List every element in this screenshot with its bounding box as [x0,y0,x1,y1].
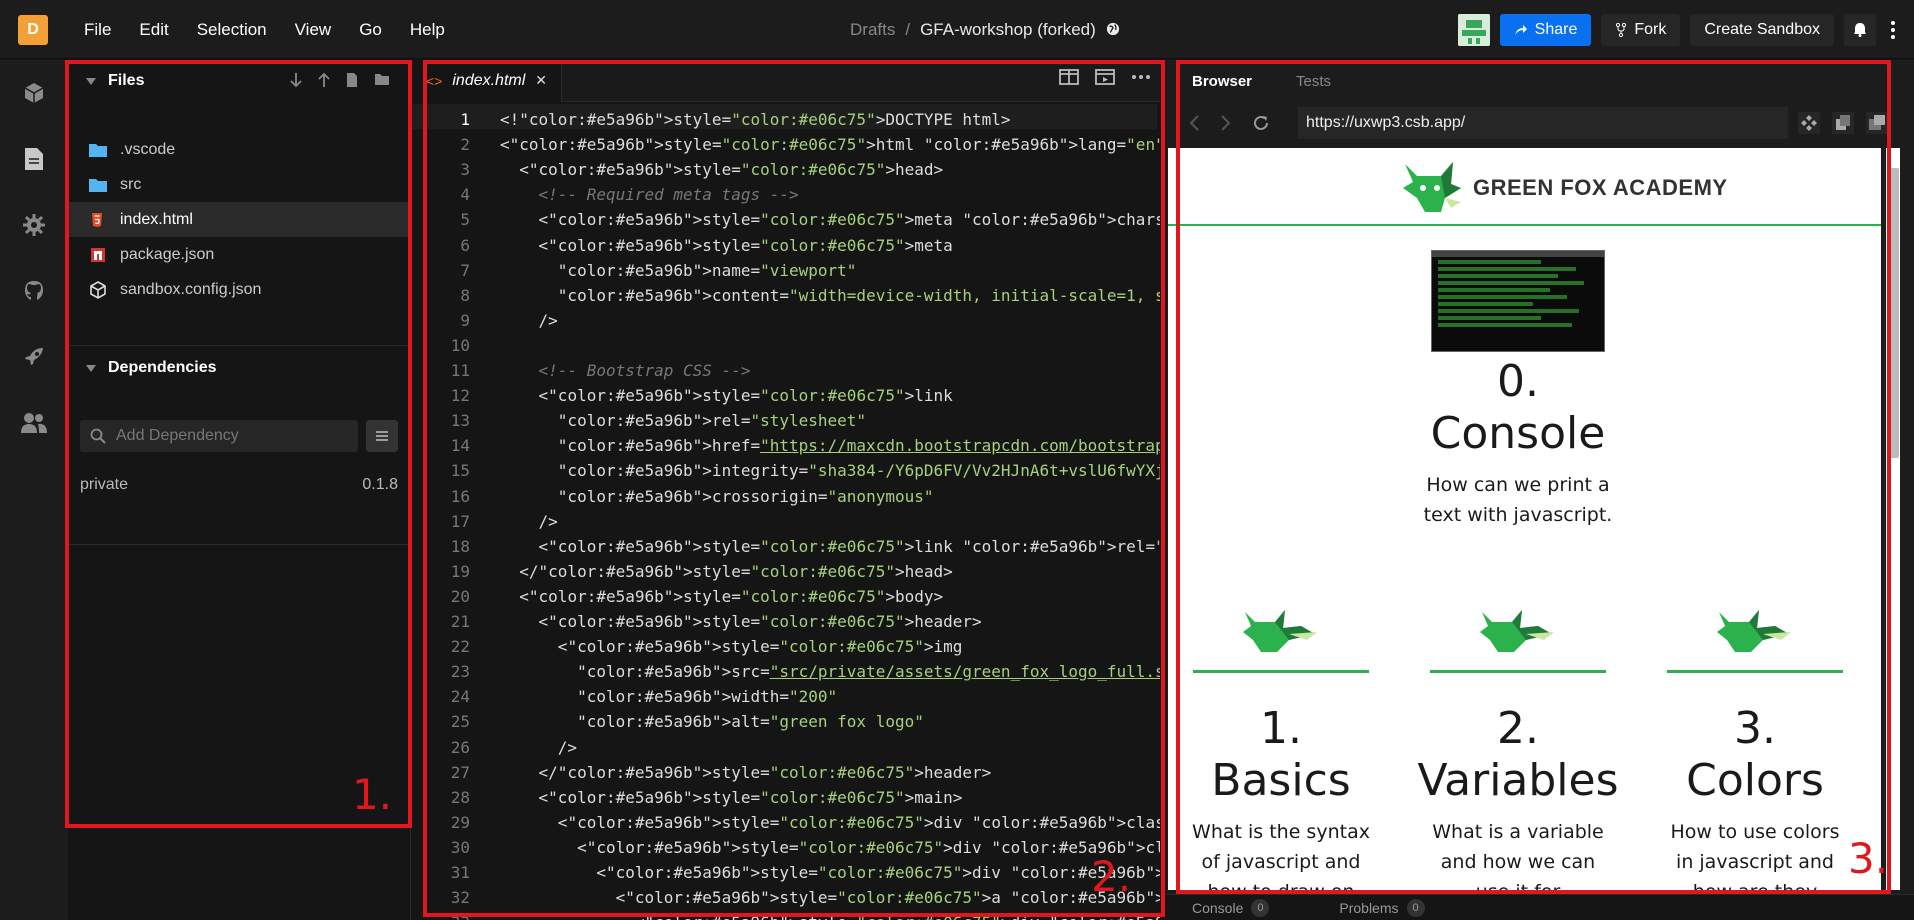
fork-label: Fork [1634,20,1667,38]
globe-icon[interactable] [1106,22,1120,36]
notifications-button[interactable] [1844,13,1876,46]
console-label: Console [1192,899,1244,916]
console-count-badge: 0 [1251,898,1270,917]
bell-icon [1854,23,1866,37]
header-actions: Share Fork Create Sandbox [1457,0,1914,59]
gear-icon [23,214,45,236]
fork-button[interactable]: Fork [1601,13,1681,46]
menu-selection[interactable]: Selection [183,0,281,59]
annotation-box-files [65,60,412,828]
problems-label: Problems [1339,899,1399,916]
menu-edit[interactable]: Edit [125,0,182,59]
activity-bar [0,60,68,920]
fork-icon [1616,22,1627,37]
breadcrumb-folder[interactable]: Drafts [850,0,895,59]
sandbox-name[interactable]: GFA-workshop (forked) [920,0,1096,59]
codesandbox-logo[interactable]: D [18,15,48,45]
deploy-button[interactable] [0,324,68,390]
more-menu-icon[interactable] [1886,20,1900,39]
avatar[interactable] [1457,13,1490,46]
file-icon [25,148,43,170]
github-button[interactable] [0,258,68,324]
status-bar: Console 0 Problems 0 [1162,894,1914,920]
breadcrumb-separator: / [905,20,911,39]
share-icon [1514,24,1527,35]
file-explorer-button[interactable] [0,126,68,192]
create-sandbox-button[interactable]: Create Sandbox [1690,13,1834,46]
breadcrumb: Drafts / GFA-workshop (forked) [850,0,1120,59]
menu-view[interactable]: View [281,0,346,59]
annotation-label-3: 3. [1848,834,1889,883]
menu-bar: File Edit Selection View Go Help [70,0,459,59]
live-collaboration-button[interactable] [0,390,68,456]
top-bar: D File Edit Selection View Go Help Draft… [0,0,1914,59]
console-toggle[interactable]: Console 0 [1192,898,1270,917]
cube-icon [24,83,44,103]
github-icon [25,281,43,300]
menu-file[interactable]: File [70,0,125,59]
users-icon [21,413,47,433]
annotation-label-2: 2. [1091,852,1132,901]
create-sandbox-label: Create Sandbox [1704,20,1820,38]
share-label: Share [1534,20,1578,38]
sandbox-info-button[interactable] [0,60,68,126]
share-button[interactable]: Share [1499,13,1592,46]
annotation-box-preview [1176,60,1891,894]
menu-help[interactable]: Help [396,0,459,59]
rocket-icon [25,348,43,365]
problems-count-badge: 0 [1406,898,1425,917]
annotation-box-editor [423,60,1165,917]
problems-toggle[interactable]: Problems 0 [1339,898,1425,917]
menu-go[interactable]: Go [345,0,396,59]
settings-button[interactable] [0,192,68,258]
annotation-label-1: 1. [352,770,393,819]
